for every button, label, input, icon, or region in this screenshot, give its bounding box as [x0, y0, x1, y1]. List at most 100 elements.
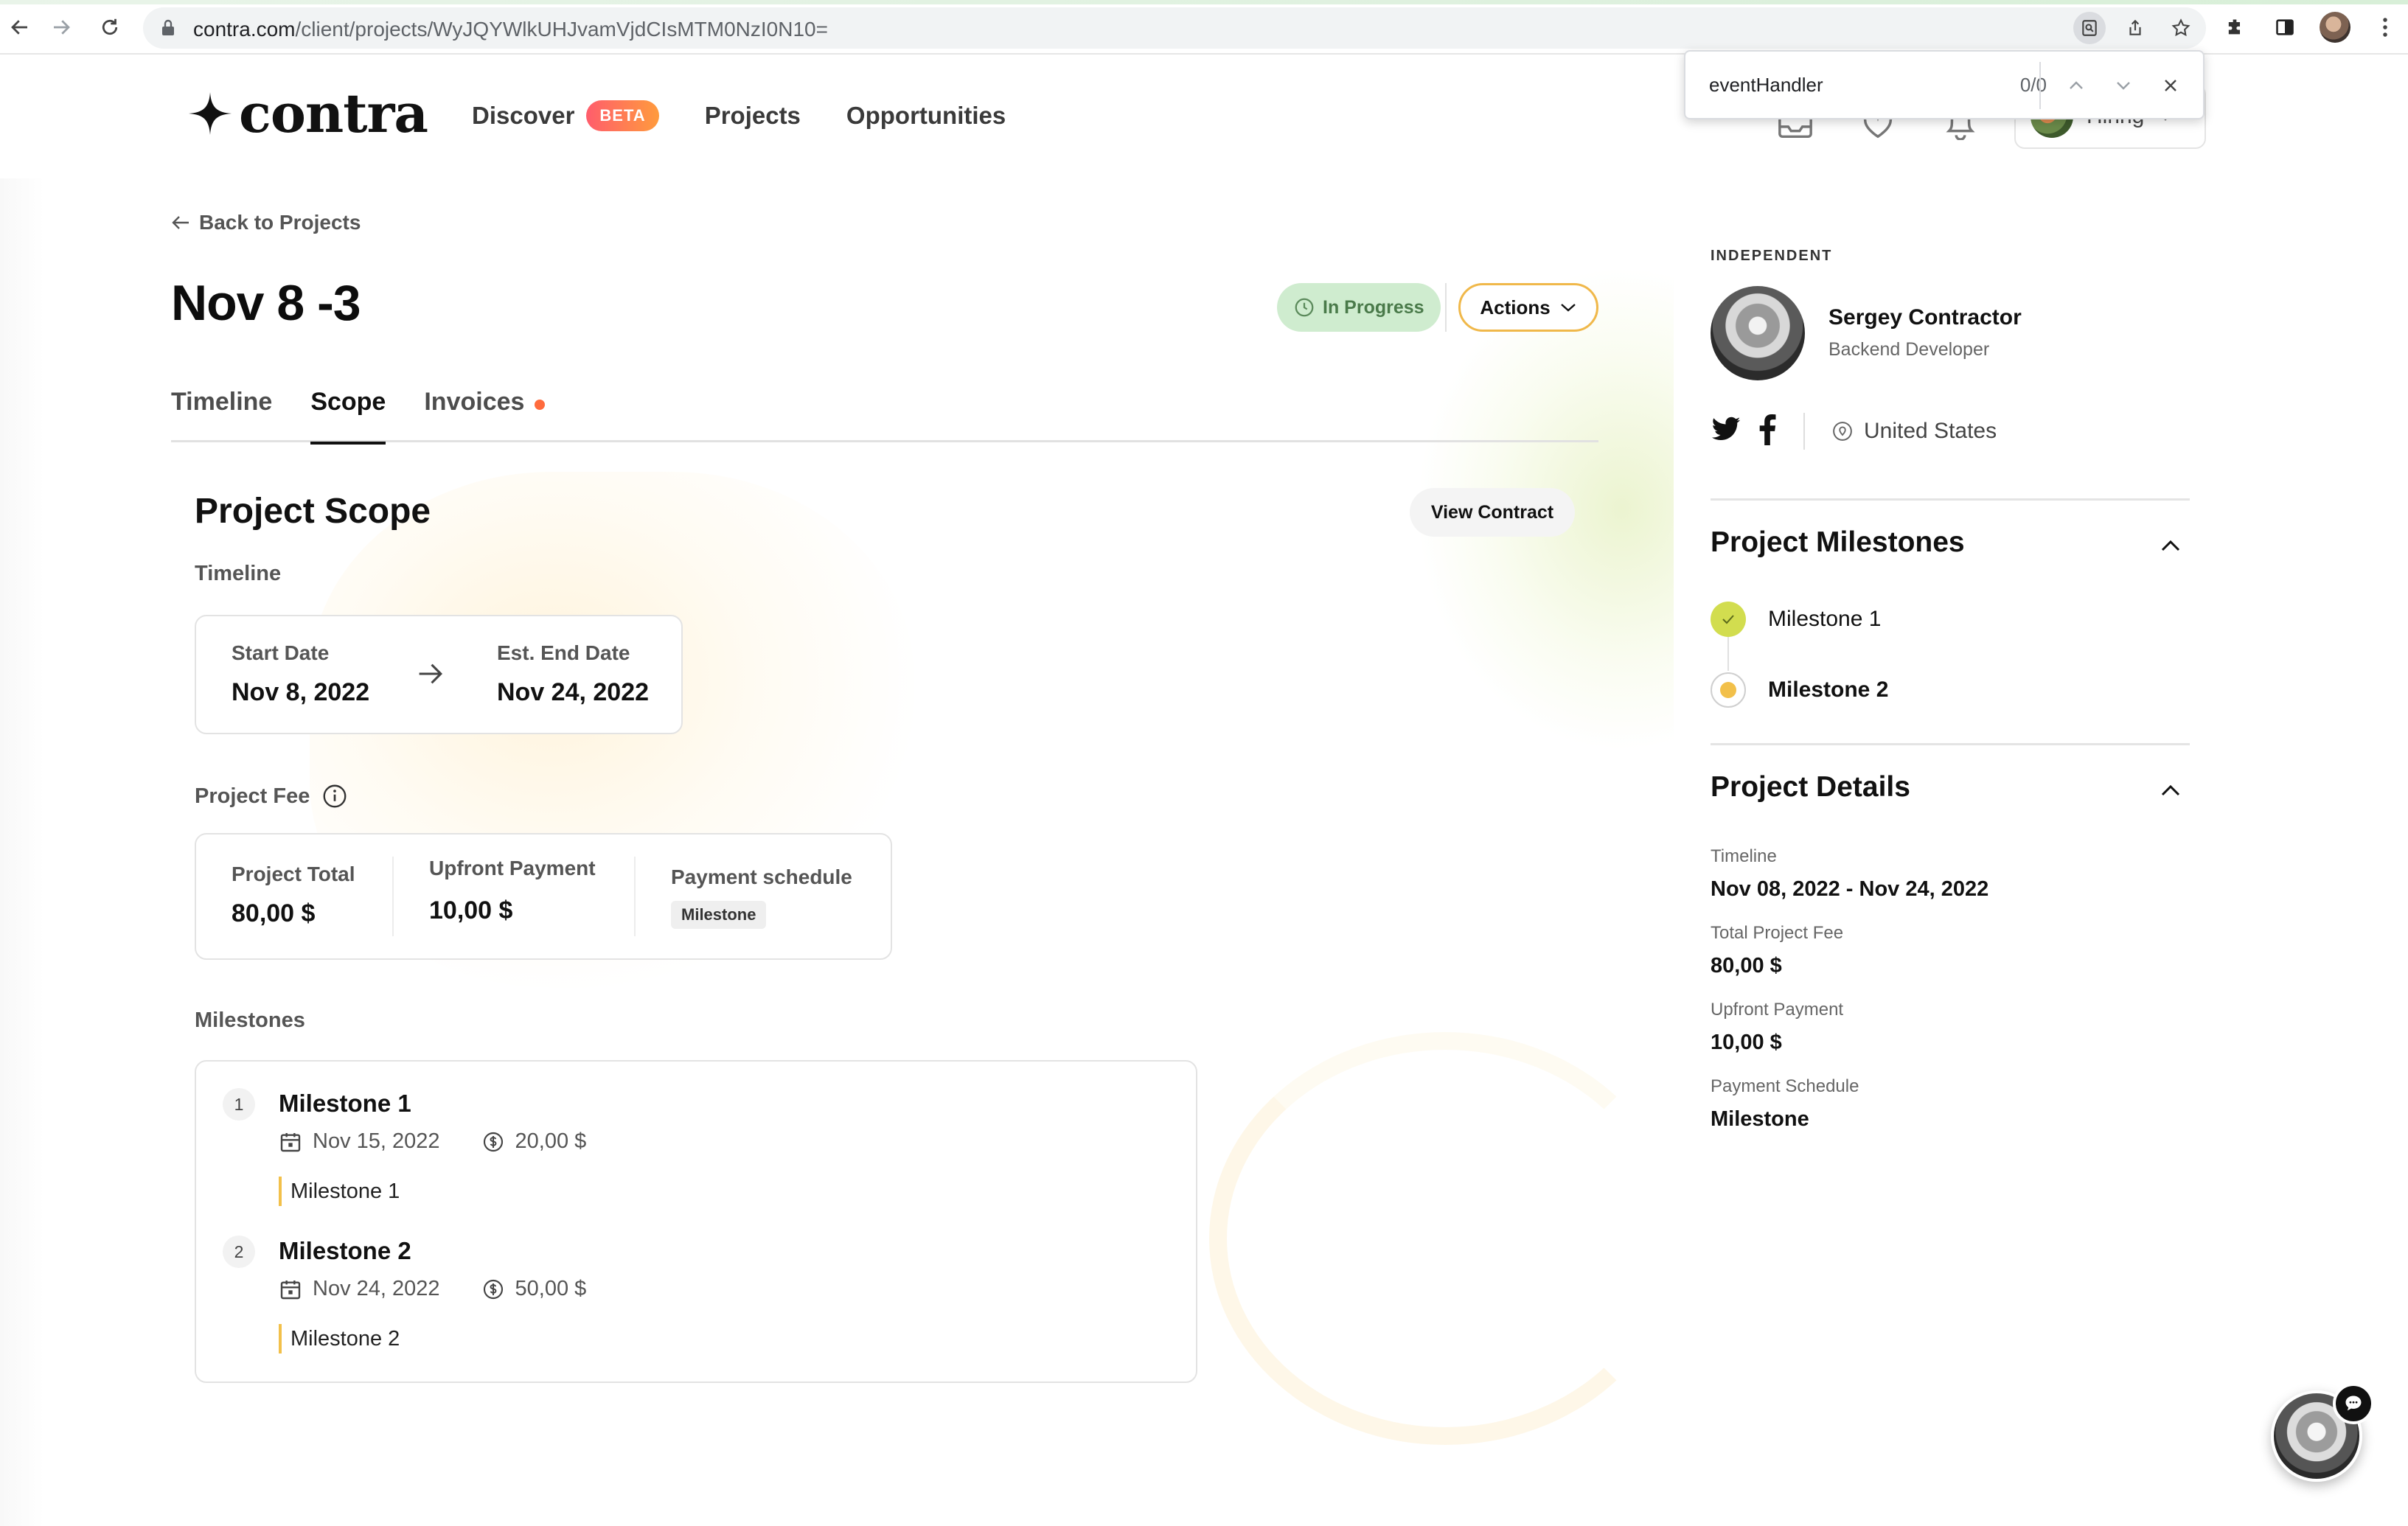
payment-schedule-tag: Milestone: [671, 901, 767, 929]
upfront-payment-label: Upfront Payment: [429, 857, 596, 879]
bookmark-star-icon[interactable]: [2165, 12, 2197, 44]
fee-divider: [392, 857, 394, 936]
twitter-icon[interactable]: [1711, 417, 1741, 447]
milestone-number: 1: [223, 1088, 255, 1121]
milestone-date: Nov 15, 2022: [313, 1129, 440, 1153]
project-side-panel: [1674, 178, 2408, 1526]
fee-divider: [634, 857, 636, 936]
project-tabs: Timeline Scope Invoices: [171, 383, 1598, 445]
milestone-description: Milestone 2: [279, 1324, 400, 1353]
end-date-value: Nov 24, 2022: [497, 678, 650, 706]
milestone-title: Milestone 1: [279, 1090, 411, 1117]
upfront-payment-value: 10,00 $: [429, 896, 513, 924]
calendar-icon: [280, 1280, 301, 1299]
dollar-coin-icon: [483, 1279, 503, 1299]
address-bar[interactable]: contra.com/client/projects/WyJQYWlkUHJva…: [143, 7, 2206, 49]
browser-toolbar: contra.com/client/projects/WyJQYWlkUHJva…: [0, 0, 2408, 55]
tab-scope[interactable]: Scope: [310, 383, 386, 445]
arrow-left-icon: [172, 216, 189, 229]
side-panel-icon[interactable]: [2268, 10, 2302, 44]
actions-divider: [1445, 283, 1447, 332]
tab-invoices[interactable]: Invoices: [424, 383, 546, 442]
timeline-label: Timeline: [195, 562, 282, 585]
calendar-icon: [280, 1132, 301, 1152]
dollar-coin-icon: [483, 1132, 503, 1152]
sidebar-milestone-1[interactable]: Milestone 1: [1711, 602, 1881, 637]
reload-icon[interactable]: [93, 10, 127, 44]
end-date-label: Est. End Date: [497, 641, 630, 664]
project-total-label: Project Total: [232, 863, 355, 885]
milestone-connector: [1727, 637, 1729, 671]
milestone-description: Milestone 1: [279, 1177, 400, 1206]
back-to-projects-link[interactable]: Back to Projects: [171, 211, 361, 234]
contra-star-icon: [189, 92, 232, 135]
url-text[interactable]: contra.com/client/projects/WyJQYWlkUHJva…: [193, 18, 828, 41]
contractor-location: United States: [1831, 419, 1997, 444]
beta-badge: BETA: [586, 100, 659, 131]
find-in-page-bar: eventHandler 0/0: [1684, 50, 2205, 119]
project-milestones-title: Project Milestones: [1711, 526, 1965, 558]
chat-message-icon[interactable]: [2333, 1383, 2374, 1424]
contra-logo[interactable]: contra: [189, 87, 428, 140]
project-fee-label: Project Fee: [195, 783, 348, 809]
contractor-avatar[interactable]: [1711, 286, 1805, 380]
start-date-label: Start Date: [232, 641, 330, 664]
share-icon[interactable]: [2119, 12, 2151, 44]
nav-opportunities[interactable]: Opportunities: [846, 102, 1006, 130]
nav-projects[interactable]: Projects: [705, 102, 801, 130]
extensions-puzzle-icon[interactable]: [2218, 10, 2252, 44]
browser-menu-icon[interactable]: [2368, 10, 2402, 44]
start-date-value: Nov 8, 2022: [232, 678, 370, 706]
project-total-value: 80,00 $: [232, 899, 316, 927]
milestones-label: Milestones: [195, 1008, 305, 1032]
page-title: Nov 8 -3: [171, 275, 361, 331]
decorative-arc: [1209, 1032, 1681, 1445]
lock-icon[interactable]: [159, 18, 177, 42]
contractor-role: Backend Developer: [1828, 339, 1990, 360]
sidebar-milestone-2[interactable]: Milestone 2: [1711, 672, 1888, 708]
milestone-title: Milestone 2: [279, 1237, 411, 1264]
payment-schedule-label: Payment schedule: [671, 865, 852, 888]
chevron-down-icon: [1560, 304, 1576, 312]
find-close-icon[interactable]: [2154, 69, 2187, 102]
detail-label: Upfront Payment: [1711, 1000, 1844, 1020]
project-details-title: Project Details: [1711, 771, 1910, 803]
current-milestone-icon: [1711, 672, 1746, 708]
chevron-up-icon[interactable]: [2157, 532, 2184, 559]
project-fee-card: Project Total 80,00 $ Upfront Payment 10…: [195, 833, 892, 960]
view-contract-button[interactable]: View Contract: [1410, 488, 1575, 537]
independent-label: INDEPENDENT: [1711, 248, 1833, 264]
social-divider: [1803, 413, 1805, 450]
find-divider: [2039, 62, 2041, 109]
sidebar-divider: [1711, 743, 2190, 745]
sidebar-divider: [1711, 498, 2190, 501]
back-arrow-icon[interactable]: [3, 10, 37, 44]
profile-avatar[interactable]: [2318, 10, 2352, 44]
info-icon[interactable]: [321, 783, 348, 809]
milestone-number: 2: [223, 1236, 255, 1268]
forward-arrow-icon[interactable]: [44, 10, 78, 44]
clock-icon: [1295, 298, 1314, 317]
page-load-indicator: [0, 0, 2408, 4]
detail-value: 80,00 $: [1711, 954, 1782, 978]
find-in-page-icon[interactable]: [2073, 12, 2106, 44]
nav-discover[interactable]: Discover BETA: [472, 100, 659, 131]
find-match-count: 0/0: [2019, 74, 2047, 96]
detail-value: Nov 08, 2022 - Nov 24, 2022: [1711, 877, 1989, 901]
find-previous-icon[interactable]: [2060, 69, 2092, 102]
actions-button[interactable]: Actions: [1458, 283, 1598, 332]
contractor-name[interactable]: Sergey Contractor: [1828, 305, 2022, 330]
tab-timeline[interactable]: Timeline: [171, 383, 272, 442]
detail-value: 10,00 $: [1711, 1031, 1782, 1054]
facebook-icon[interactable]: [1758, 414, 1777, 449]
location-pin-icon: [1833, 422, 1852, 441]
project-scope-title: Project Scope: [195, 492, 431, 531]
milestones-card: 1 Milestone 1 Nov 15, 2022 20,00 $ Miles…: [195, 1060, 1197, 1383]
check-icon: [1711, 602, 1746, 637]
invoice-notification-dot: [535, 400, 546, 410]
find-next-icon[interactable]: [2107, 69, 2140, 102]
contractor-social-row: United States: [1711, 413, 1997, 450]
chevron-up-icon[interactable]: [2157, 777, 2184, 804]
find-input[interactable]: eventHandler: [1709, 74, 1823, 97]
detail-label: Payment Schedule: [1711, 1076, 1859, 1096]
